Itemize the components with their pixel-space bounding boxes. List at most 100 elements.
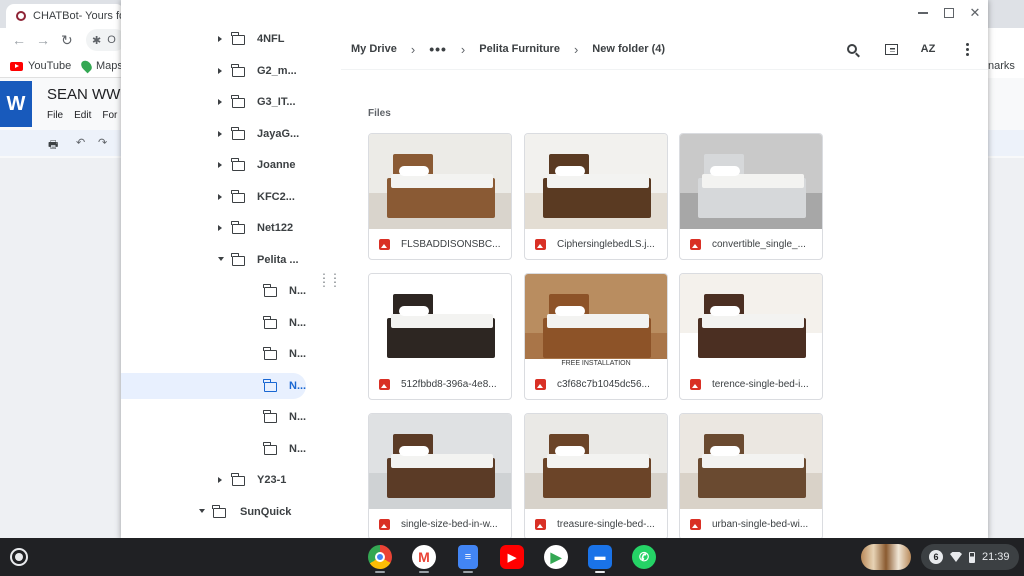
expand-more-icon[interactable] bbox=[218, 162, 222, 168]
file-card[interactable]: single-size-bed-in-w... bbox=[368, 413, 512, 540]
tree-folder-row[interactable]: SunQuick bbox=[121, 499, 306, 525]
tree-folder-label: Y23-1 bbox=[257, 474, 287, 486]
search-icon[interactable] bbox=[843, 40, 861, 58]
print-icon[interactable]: 🖶 bbox=[48, 136, 58, 155]
close-icon[interactable]: ✕ bbox=[962, 0, 988, 26]
file-card[interactable]: FLSBADDISONSBC... bbox=[368, 133, 512, 260]
image-file-icon bbox=[535, 519, 546, 530]
pillow bbox=[710, 446, 740, 456]
tree-folder-row[interactable]: KFC2... bbox=[121, 184, 306, 210]
tree-folder-row[interactable]: Joanne bbox=[121, 152, 306, 178]
file-card[interactable]: 512fbbd8-396a-4e8... bbox=[368, 273, 512, 400]
tree-folder-label: N... bbox=[289, 285, 307, 297]
expand-more-icon[interactable] bbox=[218, 99, 222, 105]
breadcrumb-pelita-furniture[interactable]: Pelita Furniture bbox=[479, 43, 560, 55]
list-view-icon[interactable] bbox=[882, 40, 900, 58]
file-card[interactable]: treasure-single-bed-... bbox=[524, 413, 668, 540]
expand-more-icon[interactable] bbox=[218, 130, 222, 137]
document-title[interactable]: SEAN WW2 bbox=[47, 86, 129, 103]
files-app-window: ✕ 4NFL G2_m... G3_IT... JayaG... Joanne KFC2.… bbox=[121, 0, 988, 540]
menu-edit[interactable]: Edit bbox=[74, 110, 91, 121]
tree-folder-row[interactable]: Y23-1 bbox=[121, 467, 306, 493]
expand-less-icon[interactable] bbox=[218, 256, 224, 261]
file-card[interactable]: terence-single-bed-i... bbox=[679, 273, 823, 400]
whatsapp-icon[interactable]: ✆ bbox=[632, 545, 656, 569]
tree-folder-row[interactable]: JayaG... bbox=[121, 121, 306, 147]
breadcrumb-current-folder[interactable]: New folder (4) bbox=[592, 43, 665, 55]
tree-folder-row[interactable]: G3_IT... bbox=[121, 89, 306, 115]
files-icon[interactable]: ▬ bbox=[588, 545, 612, 569]
splitter-handle-icon[interactable]: ⋮⋮ ⋮⋮ bbox=[318, 272, 341, 288]
folder-icon bbox=[231, 158, 245, 171]
folder-icon bbox=[231, 126, 245, 140]
gmail-icon[interactable]: M bbox=[412, 545, 436, 569]
undo-icon[interactable]: ↶ bbox=[76, 136, 85, 149]
file-card[interactable]: FREE INSTALLATION c3f68c7b1045dc56... bbox=[524, 273, 668, 400]
navigation-tree: 4NFL G2_m... G3_IT... JayaG... Joanne KFC2...… bbox=[121, 22, 321, 540]
file-card[interactable]: urban-single-bed-wi... bbox=[679, 413, 823, 540]
thumbnail-caption: FREE INSTALLATION bbox=[525, 359, 667, 369]
tree-folder-row[interactable]: Net122 bbox=[121, 215, 306, 241]
file-card[interactable]: convertible_single_... bbox=[679, 133, 823, 260]
expand-more-icon[interactable] bbox=[218, 225, 222, 231]
file-name: 512fbbd8-396a-4e8... bbox=[401, 379, 497, 390]
tree-folder-row[interactable]: Pelita ... bbox=[121, 247, 306, 273]
menu-file[interactable]: File bbox=[47, 110, 63, 121]
sort-az-icon[interactable]: AZ bbox=[919, 40, 937, 58]
tree-folder-label: N... bbox=[289, 316, 307, 329]
expand-more-icon[interactable] bbox=[218, 67, 222, 74]
image-file-icon bbox=[690, 239, 701, 250]
tree-folder-row[interactable]: N... bbox=[121, 278, 306, 304]
youtube-icon[interactable]: ▶ bbox=[500, 545, 524, 569]
maximize-icon[interactable] bbox=[936, 0, 962, 26]
play-store-icon[interactable]: ▶ bbox=[544, 545, 568, 569]
folder-icon bbox=[263, 441, 277, 455]
bookmark-label: YouTube bbox=[28, 60, 72, 72]
breadcrumb-more[interactable]: ••• bbox=[429, 41, 447, 57]
extension-icon: ✱ bbox=[92, 34, 102, 47]
tree-folder-row[interactable]: N... bbox=[121, 310, 306, 336]
tree-folder-label: N... bbox=[289, 379, 307, 392]
minimize-icon[interactable] bbox=[910, 0, 936, 26]
tree-folder-row[interactable]: N... bbox=[121, 404, 306, 430]
menu-format[interactable]: For bbox=[102, 110, 117, 121]
window-controls: ✕ bbox=[910, 0, 988, 26]
pillow bbox=[555, 446, 585, 456]
bookmark-youtube[interactable]: YouTube bbox=[10, 60, 71, 72]
bookmark-maps[interactable]: Maps bbox=[79, 58, 123, 74]
folder-icon bbox=[231, 221, 245, 234]
file-name: urban-single-bed-wi... bbox=[712, 519, 809, 530]
image-file-icon bbox=[535, 239, 546, 250]
docs-icon[interactable]: ≡ bbox=[458, 545, 478, 569]
file-thumbnail bbox=[680, 274, 822, 369]
launcher-icon[interactable] bbox=[10, 548, 28, 566]
mattress bbox=[547, 314, 649, 328]
tree-folder-label: N... bbox=[289, 442, 307, 455]
expand-more-icon[interactable] bbox=[218, 36, 222, 42]
file-card[interactable]: CiphersinglebedLS.j... bbox=[524, 133, 668, 260]
tree-folder-row[interactable]: G2_m... bbox=[121, 58, 306, 84]
tab-favicon-icon bbox=[16, 11, 26, 21]
bookmarks-overflow[interactable]: narks bbox=[988, 54, 1024, 78]
omnibox[interactable]: ✱ O bbox=[86, 29, 126, 51]
more-vert-icon[interactable] bbox=[958, 40, 976, 58]
breadcrumb-my-drive[interactable]: My Drive bbox=[351, 43, 397, 55]
docs-menu: File Edit For bbox=[47, 110, 117, 121]
tree-folder-row[interactable]: 4NFL bbox=[121, 26, 306, 52]
redo-icon[interactable]: ↷ bbox=[98, 136, 107, 149]
tree-folder-row[interactable]: N... bbox=[121, 341, 306, 367]
expand-more-icon[interactable] bbox=[218, 193, 222, 200]
status-tray[interactable]: 6 21:39 bbox=[921, 544, 1019, 570]
holding-space-thumbnail[interactable] bbox=[861, 544, 911, 570]
running-indicator bbox=[375, 571, 385, 573]
expand-more-icon[interactable] bbox=[218, 477, 222, 483]
chrome-icon[interactable] bbox=[368, 545, 392, 569]
tree-folder-row[interactable]: N... bbox=[121, 436, 306, 462]
back-icon[interactable]: ← bbox=[12, 32, 26, 48]
youtube-icon bbox=[10, 61, 23, 71]
tree-folder-row[interactable]: N... bbox=[121, 372, 307, 399]
expand-less-icon[interactable] bbox=[199, 508, 205, 513]
forward-icon[interactable]: → bbox=[36, 32, 50, 48]
browser-tab[interactable]: CHATBot- Yours for t bbox=[6, 4, 124, 28]
reload-icon[interactable]: ↻ bbox=[61, 32, 73, 49]
